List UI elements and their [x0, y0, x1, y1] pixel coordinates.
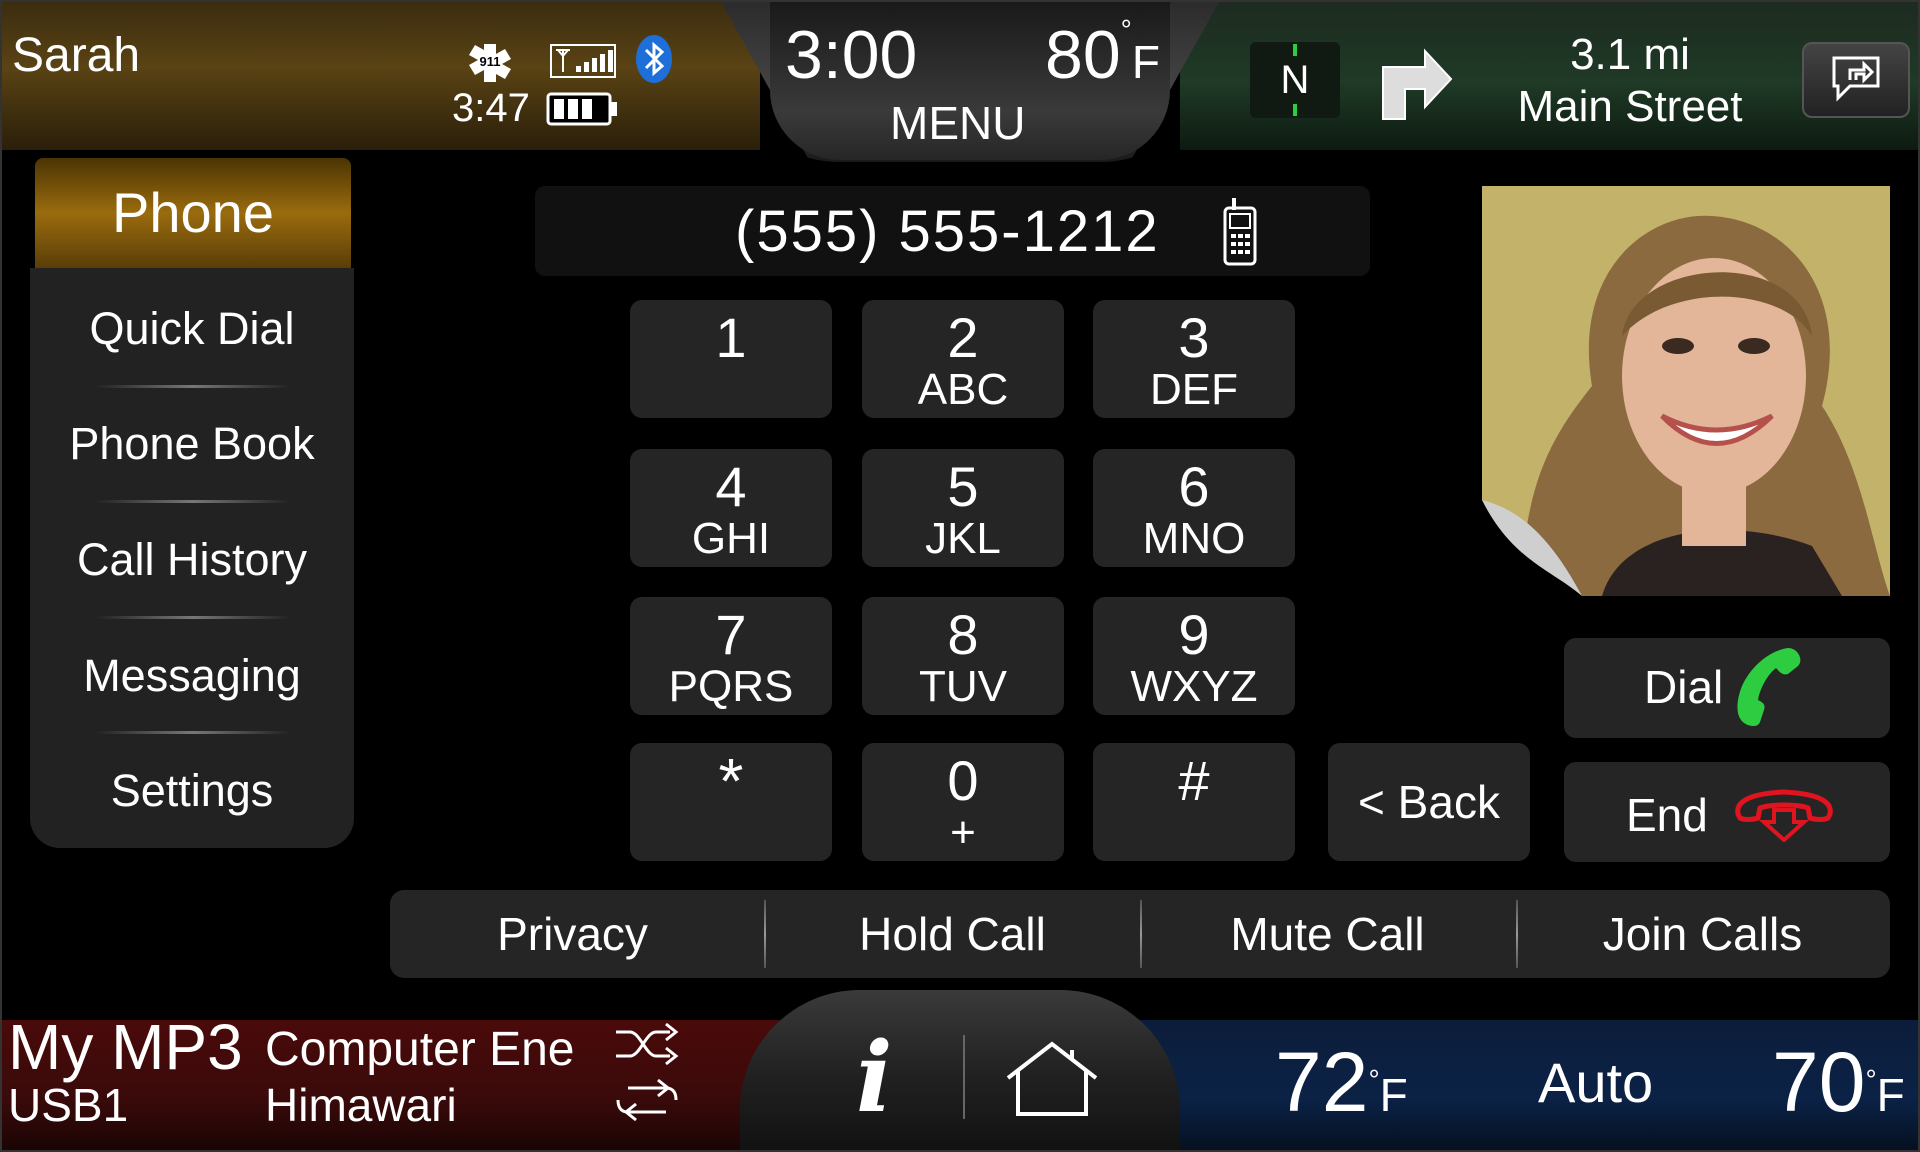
key-star[interactable]: *	[630, 743, 832, 861]
end-button[interactable]: End	[1564, 762, 1890, 862]
outside-temperature-value: 80	[1045, 17, 1121, 93]
song-title: Computer Ene	[265, 1023, 575, 1076]
compass-heading: N	[1280, 58, 1310, 102]
sidebar-item-call-history[interactable]: Call History	[30, 534, 354, 586]
phone-green-icon	[1732, 646, 1812, 741]
turn-right-arrow-icon	[1375, 45, 1455, 126]
shuffle-icon[interactable]	[614, 1022, 680, 1071]
home-icon[interactable]	[1002, 1040, 1102, 1121]
sidebar-divider	[95, 500, 290, 503]
media-title: My MP3	[8, 1011, 243, 1083]
svg-text:911: 911	[480, 54, 501, 69]
sidebar-divider	[95, 731, 290, 734]
climate-mode[interactable]: Auto	[1538, 1050, 1653, 1115]
key-letters: PQRS	[668, 662, 794, 711]
user-name: Sarah	[12, 29, 141, 82]
back-button[interactable]: < Back	[1328, 743, 1530, 861]
key-digit: 6	[1178, 455, 1210, 518]
media-source: USB1	[8, 1079, 129, 1131]
key-4[interactable]: 4 GHI	[630, 449, 832, 567]
temperature-unit: F	[1379, 1069, 1408, 1121]
info-icon[interactable]: i	[856, 1030, 892, 1126]
key-letters: +	[950, 808, 976, 857]
key-letters: WXYZ	[1130, 662, 1258, 711]
key-3[interactable]: 3 DEF	[1093, 300, 1295, 418]
bluetooth-icon	[634, 34, 674, 89]
key-2[interactable]: 2 ABC	[862, 300, 1064, 418]
phone-tab[interactable]: Phone	[35, 158, 351, 268]
key-8[interactable]: 8 TUV	[862, 597, 1064, 715]
key-1[interactable]: 1	[630, 300, 832, 418]
key-digit: #	[1178, 749, 1210, 812]
mute-call-button[interactable]: Mute Call	[1140, 890, 1515, 978]
end-label: End	[1626, 789, 1708, 841]
compass-tick-bottom	[1293, 104, 1297, 116]
key-6[interactable]: 6 MNO	[1093, 449, 1295, 567]
voice-command-icon	[1826, 52, 1886, 111]
key-letters: TUV	[919, 662, 1007, 711]
sidebar-item-messaging[interactable]: Messaging	[30, 650, 354, 702]
sidebar-item-settings[interactable]: Settings	[30, 765, 354, 817]
key-letters: GHI	[691, 514, 771, 563]
key-digit: 8	[947, 603, 979, 666]
phone-hangup-red-icon	[1734, 784, 1834, 853]
key-digit: 3	[1178, 306, 1210, 369]
temperature-unit: F	[1876, 1069, 1905, 1121]
dial-label: Dial	[1644, 661, 1724, 713]
key-0[interactable]: 0 +	[862, 743, 1064, 861]
key-9[interactable]: 9 WXYZ	[1093, 597, 1295, 715]
key-digit: *	[718, 745, 744, 817]
key-hash[interactable]: #	[1093, 743, 1295, 861]
battery-icon	[546, 92, 620, 131]
key-digit: 4	[715, 455, 747, 518]
voice-command-button[interactable]	[1802, 42, 1910, 118]
key-7[interactable]: 7 PQRS	[630, 597, 832, 715]
home-info-panel	[740, 990, 1180, 1152]
911-assist-icon: 911	[468, 42, 512, 87]
passenger-temperature[interactable]: 70°F	[1772, 1040, 1905, 1137]
privacy-button[interactable]: Privacy	[385, 890, 760, 978]
key-letters: MNO	[1142, 514, 1246, 563]
driver-temperature-value: 72	[1275, 1035, 1369, 1129]
key-letters: DEF	[1150, 365, 1238, 414]
clock: 3:00	[785, 17, 918, 93]
turn-distance: 3.1 mi	[1570, 30, 1690, 79]
sidebar-item-quick-dial[interactable]: Quick Dial	[30, 303, 354, 355]
key-digit: 2	[947, 306, 979, 369]
driver-temperature[interactable]: 72°F	[1275, 1040, 1408, 1137]
key-digit: 9	[1178, 603, 1210, 666]
temperature-unit: F	[1131, 36, 1160, 88]
key-letters: ABC	[917, 365, 1009, 414]
outside-temperature: 80°F	[1045, 14, 1160, 93]
join-calls-button[interactable]: Join Calls	[1515, 890, 1890, 978]
sidebar-divider	[95, 385, 290, 388]
sidebar-divider	[95, 616, 290, 619]
cell-phone-icon	[1222, 196, 1258, 271]
key-digit: 7	[715, 603, 747, 666]
key-digit: 0	[947, 749, 979, 812]
sidebar-item-phone-book[interactable]: Phone Book	[30, 418, 354, 470]
phone-time: 3:47	[452, 86, 530, 130]
repeat-icon[interactable]	[614, 1078, 680, 1127]
compass-tick-top	[1293, 44, 1297, 56]
signal-strength-icon	[550, 44, 616, 83]
key-digit: 5	[947, 455, 979, 518]
key-5[interactable]: 5 JKL	[862, 449, 1064, 567]
key-letters: JKL	[925, 514, 1001, 563]
dial-button[interactable]: Dial	[1564, 638, 1890, 738]
bottom-divider	[963, 1035, 965, 1119]
photo-page-curl-icon	[1482, 500, 1582, 596]
dialed-number: (555) 555-1212	[735, 199, 1160, 264]
compass-icon[interactable]: N	[1250, 42, 1340, 118]
menu-label[interactable]: MENU	[890, 96, 1025, 150]
song-artist: Himawari	[265, 1079, 457, 1131]
next-street: Main Street	[1517, 82, 1743, 131]
hold-call-button[interactable]: Hold Call	[765, 890, 1140, 978]
passenger-temperature-value: 70	[1772, 1035, 1866, 1129]
key-digit: 1	[715, 306, 747, 369]
